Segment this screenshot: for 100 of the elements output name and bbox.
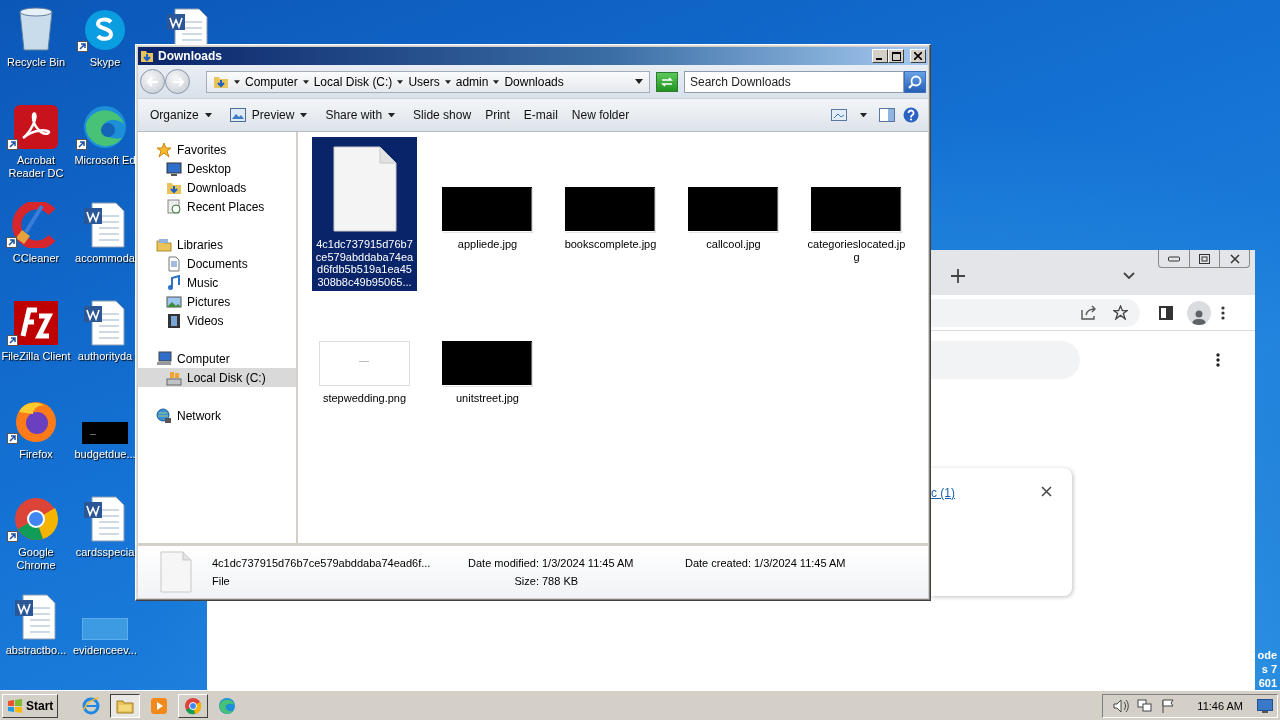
desktop-icon-label[interactable]: budgetdue... xyxy=(74,448,136,461)
start-button[interactable]: Start xyxy=(2,693,59,718)
shortcut-arrow-icon xyxy=(7,139,18,150)
address-bar[interactable]: Computer Local Disk (C:) Users admin Downloads xyxy=(206,70,650,93)
file-item[interactable]: unitstreet.jpg xyxy=(435,291,540,408)
desktop-icon-label[interactable]: abstractbo... xyxy=(5,644,67,657)
clock[interactable]: 11:46 AM xyxy=(1197,699,1243,712)
file-item[interactable]: categorieslocated.jpg xyxy=(804,137,909,266)
desktop-icon-label[interactable]: accommoda xyxy=(75,252,135,265)
trash-bin-icon[interactable] xyxy=(17,6,55,52)
file-item[interactable]: appliede.jpg xyxy=(435,137,540,254)
image-thumbnail[interactable] xyxy=(82,618,128,640)
flag-icon[interactable] xyxy=(1161,698,1176,713)
address-bar[interactable] xyxy=(931,298,1140,327)
play-icon xyxy=(150,696,169,715)
download-link[interactable]: c (1) xyxy=(931,486,955,500)
desktop-icon-label[interactable]: CCleaner xyxy=(12,252,60,265)
refresh-button[interactable] xyxy=(656,71,678,92)
document-icon[interactable] xyxy=(82,300,128,346)
desktop-icon-label[interactable]: evidenceev... xyxy=(73,644,137,657)
browser-icon[interactable] xyxy=(13,496,59,542)
desktop-icon-label[interactable]: Google Chrome xyxy=(0,546,72,572)
speaker-icon[interactable] xyxy=(1113,698,1130,713)
shortcut-arrow-icon xyxy=(7,335,18,346)
file-item[interactable]: 4c1dc737915d76b7ce579abddaba74ead6fdb5b519a1ea45308b8c49b95065... xyxy=(312,137,417,291)
breadcrumb-item[interactable]: Computer xyxy=(245,74,298,89)
detail-value: 1/3/2024 11:45 AM xyxy=(542,557,635,569)
desktop-icon-label[interactable]: Firefox xyxy=(19,448,53,461)
toolbar-button[interactable]: Print xyxy=(479,103,516,127)
search-icon xyxy=(908,74,922,89)
breadcrumb-item[interactable]: Local Disk (C:) xyxy=(313,74,393,89)
caret-icon xyxy=(234,79,240,84)
file-item[interactable]: stepwedding.png xyxy=(312,291,417,408)
watermark-text: ode xyxy=(1257,648,1277,662)
desktop-icon-label[interactable]: Skype xyxy=(89,56,121,69)
toolbar-button[interactable]: New folder xyxy=(565,103,636,127)
nav-item[interactable]: Music xyxy=(138,273,296,292)
desktop-icon-label[interactable]: Acrobat Reader DC xyxy=(0,154,72,180)
desktop-icon-label[interactable]: authorityda xyxy=(77,350,133,363)
nav-item[interactable]: Favorites xyxy=(138,140,296,159)
breadcrumb-item[interactable]: Users xyxy=(408,74,440,89)
star-icon[interactable] xyxy=(1113,305,1128,320)
file-item[interactable]: bookscomplete.jpg xyxy=(558,137,663,254)
desktop-icon-label[interactable]: Recycle Bin xyxy=(6,56,66,69)
toolbar-button[interactable]: Organize xyxy=(144,103,218,127)
file-name: 4c1dc737915d76b7ce579abddaba74ead6f... xyxy=(212,557,432,569)
pdf-app-icon[interactable] xyxy=(13,104,59,150)
close-icon[interactable] xyxy=(1041,486,1052,497)
show-desktop-icon[interactable] xyxy=(1257,698,1273,713)
shortcut-arrow-icon xyxy=(76,139,87,150)
nav-item[interactable]: Desktop xyxy=(138,159,296,178)
desktop-icon-label[interactable]: Microsoft Ed xyxy=(74,154,136,167)
caret-icon xyxy=(204,112,212,118)
document-icon[interactable] xyxy=(82,496,128,542)
nav-item[interactable]: Downloads xyxy=(138,178,296,197)
search-field[interactable]: Search Downloads xyxy=(684,70,904,93)
detail-label: Date modified: xyxy=(467,557,539,569)
nav-item[interactable]: Local Disk (C:) xyxy=(138,368,296,387)
search-button[interactable] xyxy=(904,70,926,93)
nav-item[interactable]: Documents xyxy=(138,254,296,273)
toolbar-button[interactable]: Slide show xyxy=(407,103,478,127)
detail-value: 788 KB xyxy=(542,575,580,587)
document-icon[interactable] xyxy=(82,202,128,248)
refresh-icon xyxy=(660,75,674,88)
toolbar-button[interactable]: Preview xyxy=(223,103,314,127)
breadcrumb-item[interactable]: admin xyxy=(455,74,489,89)
share-icon[interactable] xyxy=(1081,305,1097,320)
nav-item[interactable]: Pictures xyxy=(138,292,296,311)
toolbar-button[interactable]: Share with xyxy=(319,103,402,127)
minimize-icon xyxy=(1168,255,1180,262)
taskbar-button[interactable] xyxy=(110,693,141,718)
file-item[interactable]: callcool.jpg xyxy=(681,137,786,254)
network-icon[interactable] xyxy=(1137,698,1154,713)
minimize-button[interactable] xyxy=(872,49,888,63)
ftp-app-icon[interactable] xyxy=(13,300,59,346)
desktop-icon-label[interactable]: FileZilla Client xyxy=(1,350,71,363)
nav-item[interactable]: Libraries xyxy=(138,235,296,254)
document-icon[interactable] xyxy=(165,8,211,44)
profile-avatar[interactable] xyxy=(1187,300,1211,325)
browser-icon xyxy=(82,696,101,715)
folder-icon xyxy=(156,236,172,253)
toolbar-button[interactable]: E-mail xyxy=(517,103,564,127)
caret-icon xyxy=(635,79,643,84)
windows-flag-icon xyxy=(7,698,23,713)
chat-bubble-icon[interactable] xyxy=(83,8,127,52)
nav-item[interactable]: Recent Places xyxy=(138,197,296,216)
desktop-icon-label[interactable]: cardsspecia xyxy=(75,546,135,559)
pane-icon xyxy=(879,108,895,122)
image-icon xyxy=(166,293,182,310)
nav-item[interactable]: Network xyxy=(138,406,296,425)
browser-icon xyxy=(184,696,203,715)
browser-icon[interactable] xyxy=(82,104,128,150)
image-thumbnail[interactable] xyxy=(82,422,128,444)
document-icon[interactable] xyxy=(13,594,59,640)
music-note-icon xyxy=(166,274,182,291)
maximize-button[interactable] xyxy=(888,49,904,63)
nav-item[interactable]: Videos xyxy=(138,311,296,330)
breadcrumb-item[interactable]: Downloads xyxy=(504,74,564,89)
nav-item[interactable]: Computer xyxy=(138,349,296,368)
chevron-down-icon xyxy=(1123,272,1135,280)
